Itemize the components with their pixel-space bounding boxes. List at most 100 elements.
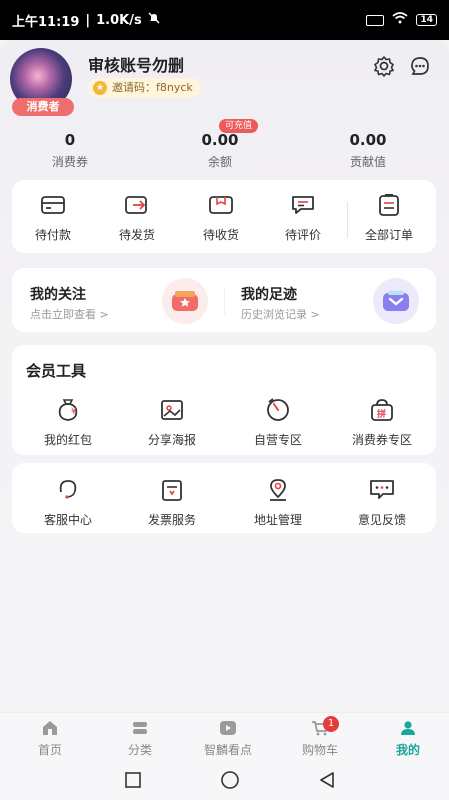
tool-self-operated[interactable]: 自营专区 [238, 395, 318, 448]
tool-label: 自营专区 [253, 433, 302, 447]
service-label: 地址管理 [253, 513, 302, 527]
recents-icon[interactable] [121, 770, 145, 790]
star-icon: ★ [93, 81, 107, 95]
tab-label: 我的 [395, 743, 420, 757]
order-pending-review[interactable]: 待评价 [268, 190, 338, 243]
status-speed: 1.0K/s [96, 12, 142, 28]
stat-value: 0.00 [349, 131, 387, 149]
mute-icon [148, 12, 160, 28]
shop-icon [162, 278, 208, 324]
settings-icon[interactable] [372, 54, 396, 78]
stat-contribution[interactable]: 0.00 贡献值 [308, 130, 428, 170]
status-divider: | [85, 12, 91, 28]
service-address[interactable]: 地址管理 [238, 475, 318, 528]
stat-balance[interactable]: 0.00 余额 [160, 130, 280, 170]
service-label: 意见反馈 [357, 513, 406, 527]
order-label: 待付款 [34, 228, 71, 242]
poster-icon [132, 395, 212, 425]
service-feedback[interactable]: 意见反馈 [342, 475, 422, 528]
order-label: 全部订单 [364, 228, 413, 242]
order-pending-receipt[interactable]: 待收货 [186, 190, 256, 243]
invite-code[interactable]: ★ 邀请码：f8nyck [88, 78, 201, 98]
tab-highlights[interactable]: 智麟看点 [188, 719, 268, 758]
tab-label: 分类 [127, 743, 152, 757]
divider [347, 202, 348, 238]
wifi-icon [392, 12, 408, 28]
group-buy-icon: 拼 [342, 395, 422, 425]
profile-page: 消费者 审核账号勿删 ★ 邀请码：f8nyck 可充值 0 消费券 0.00 余… [0, 40, 449, 712]
my-footprints[interactable]: 我的足迹 历史浏览记录 > [225, 268, 436, 332]
tab-mine[interactable]: 我的 [368, 719, 448, 758]
tab-label: 购物车 [301, 743, 338, 757]
status-time: 上午11:19 [12, 14, 80, 30]
tab-category[interactable]: 分类 [100, 719, 180, 758]
list-icon [354, 190, 424, 220]
section-title: 会员工具 [26, 362, 87, 380]
invite-code-label: 邀请码：f8nyck [112, 81, 193, 94]
home-button-icon[interactable] [218, 770, 242, 790]
red-packet-icon: ¥ [28, 395, 108, 425]
order-pending-payment[interactable]: 待付款 [18, 190, 88, 243]
tool-label: 我的红包 [43, 433, 92, 447]
tool-red-packet[interactable]: ¥ 我的红包 [28, 395, 108, 448]
order-label: 待收货 [202, 228, 239, 242]
package-icon [186, 190, 256, 220]
tool-share-poster[interactable]: 分享海报 [132, 395, 212, 448]
category-icon [100, 719, 180, 737]
invoice-icon [132, 475, 212, 505]
order-label: 待评价 [284, 228, 321, 242]
service-invoice[interactable]: 发票服务 [132, 475, 212, 528]
order-all[interactable]: 全部订单 [354, 190, 424, 243]
wallet-icon [18, 190, 88, 220]
tab-label: 智麟看点 [203, 743, 252, 757]
svg-text:拼: 拼 [377, 408, 386, 420]
role-badge: 消费者 [12, 98, 74, 116]
service-label: 发票服务 [147, 513, 196, 527]
bottom-tab-bar: 首页 分类 智麟看点 1 购物车 我的 [0, 712, 449, 762]
message-icon[interactable] [408, 54, 432, 78]
stats-row: 0 消费券 0.00 余额 0.00 贡献值 [0, 130, 449, 180]
feedback-icon [342, 475, 422, 505]
footprints-title: 我的足迹 [241, 287, 297, 303]
tab-cart[interactable]: 1 购物车 [280, 716, 360, 758]
svg-text:¥: ¥ [71, 407, 77, 417]
cart-icon [280, 719, 360, 737]
comment-icon [268, 190, 338, 220]
status-bar: 上午11:19 | 1.0K/s 14 [0, 0, 449, 40]
tab-label: 首页 [37, 743, 62, 757]
follow-card: 我的关注 点击立即查看 > 我的足迹 历史浏览记录 > [12, 268, 436, 332]
order-pending-shipment[interactable]: 待发货 [102, 190, 172, 243]
tool-label: 消费券专区 [351, 433, 412, 447]
order-label: 待发货 [118, 228, 155, 242]
services-card: 客服中心 发票服务 地址管理 意见反馈 [12, 463, 436, 533]
history-icon [373, 278, 419, 324]
battery-indicator: 14 [416, 14, 437, 26]
user-icon [368, 719, 448, 737]
stat-label: 贡献值 [349, 155, 386, 169]
service-label: 客服中心 [43, 513, 92, 527]
follows-title: 我的关注 [30, 287, 86, 303]
profile-header: 消费者 审核账号勿删 ★ 邀请码：f8nyck [10, 48, 440, 116]
stat-label: 余额 [207, 155, 232, 169]
cart-count-badge: 1 [323, 716, 339, 732]
location-icon [238, 475, 318, 505]
tool-label: 分享海报 [147, 433, 196, 447]
tool-coupon-zone[interactable]: 拼 消费券专区 [342, 395, 422, 448]
system-nav-bar [0, 762, 449, 800]
clock-icon [238, 395, 318, 425]
video-icon [188, 719, 268, 737]
stat-coupons[interactable]: 0 消费券 [10, 130, 130, 170]
headset-icon [28, 475, 108, 505]
stat-label: 消费券 [51, 155, 88, 169]
my-follows[interactable]: 我的关注 点击立即查看 > [12, 268, 224, 332]
tab-home[interactable]: 首页 [10, 719, 90, 758]
orders-card: 待付款 待发货 待收货 待评价 全部订单 [12, 180, 436, 253]
member-tools-card: 会员工具 ¥ 我的红包 分享海报 自营专区 拼 消费券专区 [12, 345, 436, 455]
sim-off-icon [366, 14, 385, 26]
home-icon [10, 719, 90, 737]
ship-icon [102, 190, 172, 220]
service-customer-center[interactable]: 客服中心 [28, 475, 108, 528]
footprints-subtitle: 历史浏览记录 > [241, 308, 320, 321]
stat-value: 0 [64, 131, 76, 149]
back-icon[interactable] [315, 770, 339, 790]
